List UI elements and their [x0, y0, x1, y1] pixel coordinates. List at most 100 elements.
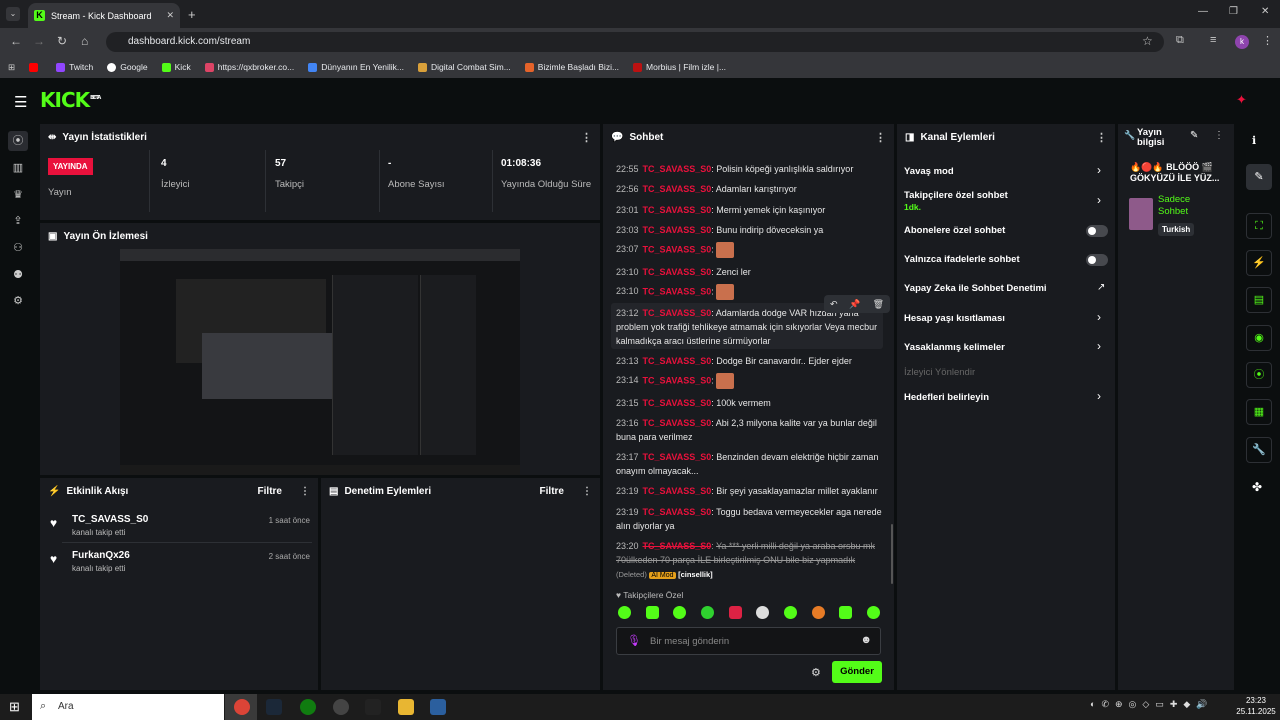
nav-community-icon[interactable]: ⚇ — [8, 238, 28, 258]
tray-app-icon[interactable]: ◆ — [1183, 699, 1190, 713]
chat-username[interactable]: TC_SAVASS_S0 — [643, 418, 712, 428]
pin-icon[interactable]: 📌 — [849, 299, 860, 310]
bolt-tool-icon[interactable]: ⚡ — [1246, 250, 1272, 276]
whatsapp-icon[interactable]: ✆ — [1101, 699, 1109, 713]
edit-tool-icon[interactable]: ✎ — [1246, 164, 1272, 190]
nav-settings-icon[interactable]: ⚙ — [8, 291, 28, 311]
hamburger-menu-icon[interactable]: ☰ — [14, 93, 27, 111]
chat-username[interactable]: TC_SAVASS_S0 — [643, 286, 712, 296]
emote-icon[interactable] — [728, 606, 742, 619]
followers-only-item[interactable]: Takipçilere özel sohbet — [904, 190, 1008, 201]
clip-tool-icon[interactable]: ⛶ — [1246, 213, 1272, 239]
chat-tool-icon[interactable]: ◉ — [1246, 325, 1272, 351]
chat-username[interactable]: TC_SAVASS_S0 — [643, 308, 712, 318]
emote-icon[interactable] — [645, 606, 659, 619]
tab-close-icon[interactable]: ✕ — [166, 10, 174, 21]
emote-icon[interactable] — [700, 606, 714, 619]
reply-icon[interactable]: ↶ — [830, 299, 838, 310]
capcut-icon[interactable] — [365, 699, 381, 715]
nav-upload-icon[interactable]: ⇪ — [8, 211, 28, 231]
user-avatar-icon[interactable]: ✦ — [1236, 92, 1247, 108]
category-thumbnail[interactable] — [1129, 198, 1153, 230]
ai-moderation-item[interactable]: Yapay Zeka ile Sohbet Denetimi — [904, 283, 1047, 294]
chat-username[interactable]: TC_SAVASS_S0 — [643, 452, 712, 462]
apps-tool-icon[interactable]: ✤ — [1252, 480, 1262, 494]
send-button[interactable]: Gönder — [832, 661, 882, 683]
chevron-right-icon[interactable]: › — [1097, 389, 1101, 403]
activity-menu-icon[interactable]: ⋮ — [300, 486, 310, 497]
tab-search-icon[interactable]: ⌄ — [6, 7, 20, 21]
emotes-only-toggle[interactable] — [1086, 254, 1108, 266]
moderation-menu-icon[interactable]: ⋮ — [582, 486, 592, 497]
goals-item[interactable]: Hedefleri belirleyin — [904, 392, 989, 403]
chat-username[interactable]: TC_SAVASS_S0 — [643, 164, 712, 174]
chat-username[interactable]: TC_SAVASS_S0 — [643, 375, 712, 385]
emote-icon[interactable] — [839, 606, 853, 619]
app-icon[interactable] — [430, 699, 446, 715]
chevron-right-icon[interactable]: › — [1097, 193, 1101, 207]
nav-users-icon[interactable]: ⚉ — [8, 265, 28, 285]
media-icon[interactable]: ≡ — [1210, 34, 1216, 46]
chat-username[interactable]: TC_SAVASS_S0 — [643, 225, 712, 235]
chat-username[interactable]: TC_SAVASS_S0 — [643, 244, 712, 254]
tray-app-icon[interactable]: ⊕ — [1115, 699, 1123, 713]
chat-menu-icon[interactable]: ⋮ — [875, 131, 886, 144]
bookmark-morbius[interactable]: Morbius | Film izle |... — [633, 62, 726, 72]
tag-badge[interactable]: Turkish — [1158, 223, 1195, 236]
windows-start-icon[interactable]: ⊞ — [9, 699, 20, 715]
emote-icon[interactable] — [673, 606, 687, 619]
account-age-item[interactable]: Hesap yaşı kısıtlaması — [904, 313, 1005, 324]
moderation-filter-button[interactable]: Filtre — [540, 486, 564, 497]
chevron-right-icon[interactable]: › — [1097, 163, 1101, 177]
obs-icon[interactable] — [333, 699, 349, 715]
volume-icon[interactable]: 🔊 — [1196, 699, 1207, 713]
layout-tool-icon[interactable]: ▦ — [1246, 399, 1272, 425]
chat-scrollbar[interactable] — [891, 524, 893, 584]
microphone-icon[interactable]: 🎙 — [627, 634, 641, 647]
bookmark-star-icon[interactable]: ☆ — [1142, 34, 1153, 48]
chat-username[interactable]: TC_SAVASS_S0 — [643, 184, 712, 194]
emote-icon[interactable] — [783, 606, 797, 619]
category-link[interactable]: Sadece Sohbet — [1158, 194, 1218, 218]
chat-username[interactable]: TC_SAVASS_S0 — [643, 205, 712, 215]
chat-username[interactable]: TC_SAVASS_S0 — [643, 267, 712, 277]
emote-icon[interactable] — [756, 606, 770, 619]
emote-icon[interactable] — [811, 606, 825, 619]
emote-icon[interactable] — [866, 606, 880, 619]
browser-menu-icon[interactable]: ⋮ — [1262, 34, 1273, 47]
emote-icon[interactable] — [618, 606, 631, 619]
active-tab[interactable]: K Stream - Kick Dashboard ✕ — [28, 3, 180, 28]
nav-stream-icon[interactable]: ⦿ — [8, 131, 28, 151]
chat-username[interactable]: TC_SAVASS_S0 — [643, 486, 712, 496]
tray-app-icon[interactable]: ◇ — [1142, 699, 1149, 713]
tray-app-icon[interactable]: ◎ — [1129, 699, 1137, 713]
info-menu-icon[interactable]: ⋮ — [1214, 130, 1224, 141]
edit-icon[interactable]: ✎ — [1190, 130, 1198, 141]
external-link-icon[interactable]: ↗ — [1097, 282, 1105, 293]
maximize-icon[interactable]: ❐ — [1229, 6, 1238, 17]
wrench-tool-icon[interactable]: 🔧 — [1246, 437, 1272, 463]
bookmark-dunyanin[interactable]: Dünyanın En Yenilik... — [308, 62, 404, 72]
info-icon[interactable]: ℹ — [1252, 134, 1256, 147]
stream-preview-video[interactable] — [120, 249, 520, 475]
new-tab-icon[interactable]: + — [188, 7, 196, 22]
delete-icon[interactable]: 🗑 — [873, 299, 884, 310]
slow-mode-item[interactable]: Yavaş mod — [904, 166, 954, 177]
network-icon[interactable]: ▭ — [1155, 699, 1164, 713]
chevron-right-icon[interactable]: › — [1097, 339, 1101, 353]
chat-username[interactable]: TC_SAVASS_S0 — [643, 541, 712, 551]
clock[interactable]: 23:23 25.11.2025 — [1236, 695, 1276, 717]
chevron-right-icon[interactable]: › — [1097, 310, 1101, 324]
steam-icon[interactable] — [266, 699, 282, 715]
bookmark-dcs[interactable]: Digital Combat Sim... — [417, 62, 511, 72]
file-explorer-icon[interactable] — [398, 699, 414, 715]
profile-avatar[interactable]: k — [1235, 35, 1249, 49]
bookmark-kick[interactable]: Kick — [161, 62, 191, 72]
reload-icon[interactable]: ↻ — [57, 34, 67, 48]
address-bar[interactable]: dashboard.kick.com/stream — [106, 32, 1164, 52]
tray-app-icon[interactable]: ◐ — [1090, 699, 1095, 713]
chat-username[interactable]: TC_SAVASS_S0 — [643, 356, 712, 366]
bookmark-google[interactable]: Google — [107, 62, 148, 72]
bookmark-twitch[interactable]: Twitch — [56, 62, 93, 72]
emoji-picker-icon[interactable]: ☻ — [860, 634, 872, 646]
